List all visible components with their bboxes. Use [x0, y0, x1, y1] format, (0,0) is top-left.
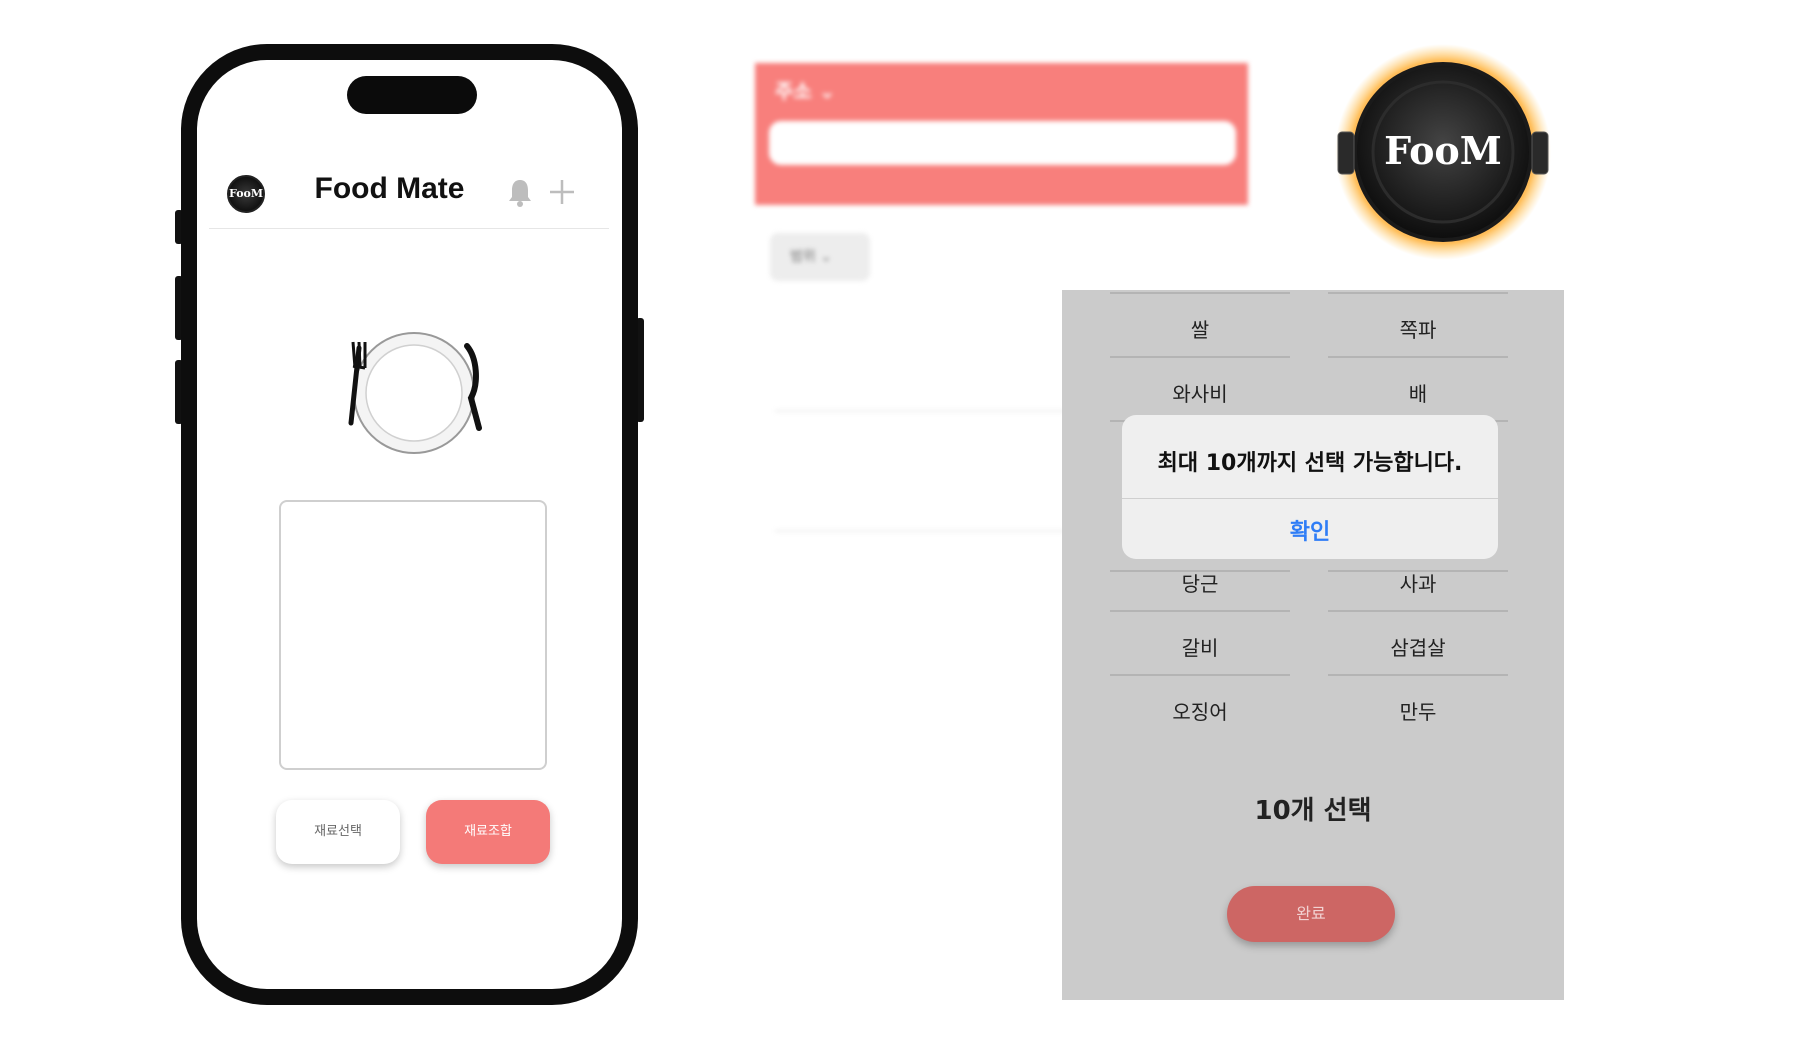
ingredient-item[interactable]: 사과 [1328, 568, 1508, 597]
ingredient-select-screen: 쌀 쪽파 와사비 배 당근 사과 갈비 삼겹살 오징어 만두 10개 선택 완료… [1062, 290, 1564, 1000]
feed-post[interactable] [785, 325, 1085, 329]
alert-confirm-button[interactable]: 확인 [1122, 514, 1498, 546]
limit-alert-dialog: 최대 10개까지 선택 가능합니다. 확인 [1122, 415, 1498, 559]
selected-count: 10개 선택 [1254, 796, 1372, 826]
fire-logo-text: FooM [1384, 128, 1502, 173]
bell-icon[interactable] [507, 178, 533, 208]
grid-line [1110, 292, 1290, 294]
ingredient-photo-area[interactable] [279, 500, 547, 770]
grid-line [1328, 356, 1508, 358]
feed-post[interactable] [785, 445, 1085, 449]
address-dropdown[interactable]: 주소 ⌄ [775, 75, 836, 104]
phone-screen: FooM Food Mate 재료선택 재료조합 [197, 60, 622, 989]
ingredient-item[interactable]: 쌀 [1110, 314, 1290, 343]
post-divider [775, 530, 1065, 532]
plus-icon[interactable] [547, 177, 577, 207]
ingredient-item[interactable]: 삼겹살 [1328, 632, 1508, 661]
combine-ingredients-button[interactable]: 재료조합 [426, 800, 550, 864]
range-label: 범위 [790, 249, 816, 265]
grid-line [1328, 610, 1508, 612]
ingredient-item[interactable]: 배 [1328, 378, 1508, 407]
header-divider [209, 228, 609, 229]
ingredient-item[interactable]: 만두 [1328, 696, 1508, 725]
chevron-down-icon: ⌄ [820, 249, 832, 265]
ingredient-item[interactable]: 당근 [1110, 568, 1290, 597]
plate-logo [348, 332, 482, 454]
done-button[interactable]: 완료 [1227, 886, 1395, 942]
ingredient-item[interactable]: 갈비 [1110, 632, 1290, 661]
dynamic-island [347, 76, 477, 114]
app-logo-small[interactable]: FooM [227, 175, 265, 213]
grid-line [1328, 292, 1508, 294]
grid-line [1110, 610, 1290, 612]
app-logo-small-text: FooM [229, 187, 264, 200]
ingredient-item[interactable]: 와사비 [1110, 378, 1290, 407]
alert-message: 최대 10개까지 선택 가능합니다. [1157, 451, 1463, 476]
feed-header: 주소 ⌄ [755, 63, 1248, 205]
grid-line [1110, 674, 1290, 676]
select-ingredients-button[interactable]: 재료선택 [276, 800, 400, 864]
fire-logo: FooM [1335, 44, 1551, 260]
chevron-down-icon: ⌄ [818, 79, 836, 103]
address-label: 주소 [775, 79, 812, 103]
range-filter[interactable]: 범위 ⌄ [770, 233, 870, 281]
ingredient-item[interactable]: 오징어 [1110, 696, 1290, 725]
grid-line [1110, 356, 1290, 358]
feed-search-input[interactable] [769, 121, 1236, 165]
app-title: Food Mate [314, 172, 465, 205]
grid-line [1328, 674, 1508, 676]
mockup-stage: FooM Food Mate 재료선택 재료조합 주소 ⌄ 범위 ⌄ FooM … [0, 0, 1800, 1050]
phone-frame: FooM Food Mate 재료선택 재료조합 [181, 44, 638, 1005]
alert-divider [1122, 498, 1498, 499]
ingredient-item[interactable]: 쪽파 [1328, 314, 1508, 343]
post-divider [775, 410, 1065, 412]
